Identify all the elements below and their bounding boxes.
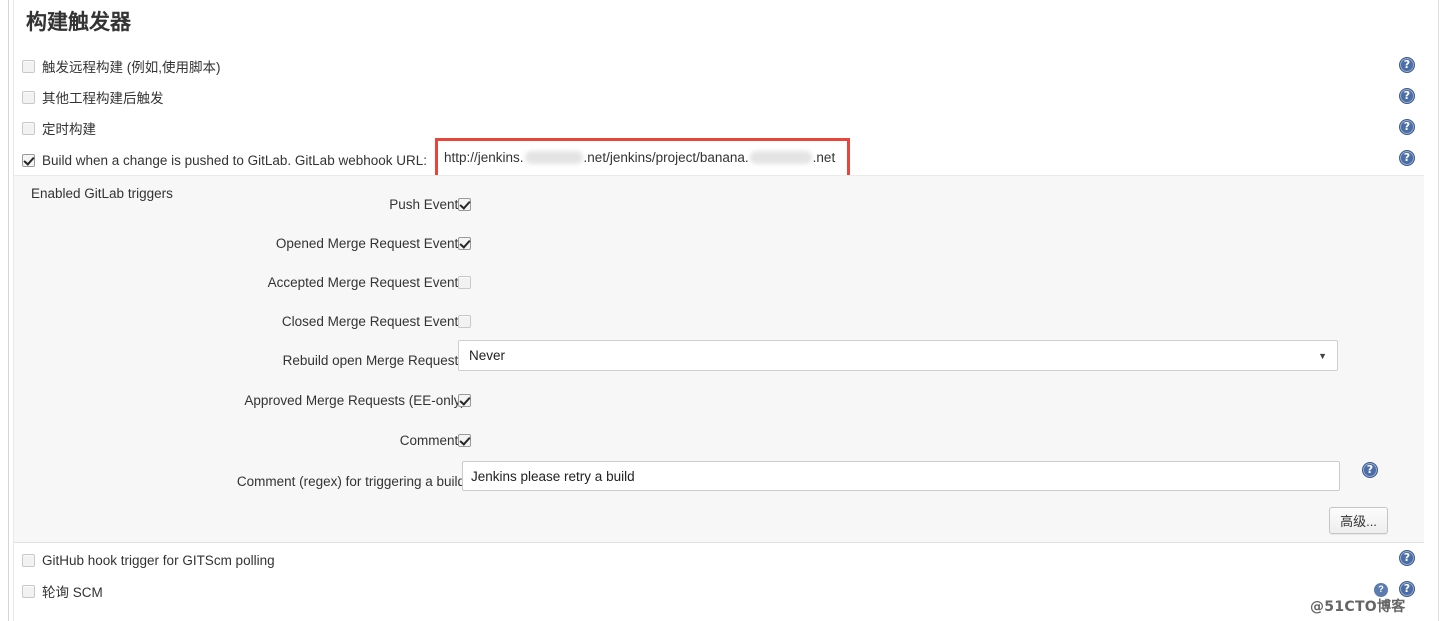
trigger-row-build-periodically[interactable]: 定时构建 — [22, 116, 96, 140]
page-title: 构建触发器 — [26, 10, 131, 34]
help-icon-poll-scm[interactable]: ? — [1399, 581, 1415, 597]
checkbox-comments[interactable] — [458, 434, 471, 447]
checkbox-push-events[interactable] — [458, 198, 471, 211]
select-rebuild-open-merge-requests[interactable]: Never ▼ — [458, 340, 1338, 371]
help-icon-build-periodically[interactable]: ? — [1399, 119, 1415, 135]
push-events-label: Push Events — [389, 197, 465, 212]
trigger-row-poll-scm[interactable]: 轮询 SCM — [22, 579, 103, 603]
comments-label: Comments — [399, 433, 465, 448]
help-icon-github-hook[interactable]: ? — [1399, 550, 1415, 566]
help-icon-after-other-projects[interactable]: ? — [1399, 88, 1415, 104]
checkbox-accepted-merge-request-events[interactable] — [458, 276, 471, 289]
row-accepted-merge-request-events[interactable]: Accepted Merge Request Events — [0, 263, 1410, 302]
trigger-row-remote-build[interactable]: 触发远程构建 (例如,使用脚本) — [22, 54, 221, 78]
checkbox-trigger-after-other-projects[interactable] — [22, 90, 35, 104]
watermark-text: @51CTO博客 — [1310, 599, 1406, 615]
trigger-remote-build-label: 触发远程构建 (例如,使用脚本) — [42, 60, 221, 75]
checkbox-approved-merge-requests[interactable] — [458, 394, 471, 407]
checkbox-closed-merge-request-events[interactable] — [458, 315, 471, 328]
accepted-merge-request-events-label: Accepted Merge Request Events — [267, 275, 465, 290]
trigger-gitlab-push-label: Build when a change is pushed to GitLab.… — [42, 152, 427, 168]
closed-merge-request-events-label: Closed Merge Request Events — [281, 314, 465, 329]
advanced-button[interactable]: 高级... — [1329, 507, 1388, 534]
row-closed-merge-request-events[interactable]: Closed Merge Request Events — [0, 302, 1410, 341]
poll-scm-label: 轮询 SCM — [42, 585, 103, 600]
opened-merge-request-events-label: Opened Merge Request Events — [275, 236, 465, 251]
trigger-build-periodically-label: 定时构建 — [42, 122, 96, 137]
trigger-row-gitlab-push[interactable]: Build when a change is pushed to GitLab.… — [22, 148, 427, 172]
help-icon-gitlab-push[interactable]: ? — [1399, 150, 1415, 166]
build-triggers-page: 构建触发器 触发远程构建 (例如,使用脚本) ? 其他工程构建后触发 ? 定时构… — [0, 0, 1439, 621]
select-rebuild-value: Never — [469, 348, 506, 363]
help-icon-comment-regex[interactable]: ? — [1362, 462, 1378, 478]
rebuild-open-merge-requests-label: Rebuild open Merge Requests — [282, 353, 465, 368]
github-hook-trigger-label: GitHub hook trigger for GITScm polling — [42, 552, 275, 568]
trigger-after-other-projects-label: 其他工程构建后触发 — [42, 91, 164, 106]
row-push-events[interactable]: Push Events — [0, 185, 1410, 224]
approved-merge-requests-label: Approved Merge Requests (EE-only) — [244, 393, 465, 408]
row-comments[interactable]: Comments — [0, 421, 1410, 460]
comment-regex-input[interactable]: Jenkins please retry a build — [462, 461, 1340, 491]
checkbox-trigger-remote-build[interactable] — [22, 59, 35, 73]
comment-regex-value: Jenkins please retry a build — [471, 468, 635, 484]
row-opened-merge-request-events[interactable]: Opened Merge Request Events — [0, 224, 1410, 263]
checkbox-trigger-build-periodically[interactable] — [22, 121, 35, 135]
checkbox-opened-merge-request-events[interactable] — [458, 237, 471, 250]
checkbox-trigger-gitlab-push[interactable] — [22, 153, 35, 167]
help-icon-remote-build[interactable]: ? — [1399, 57, 1415, 73]
comment-regex-label: Comment (regex) for triggering a build — [236, 474, 465, 489]
chevron-down-icon: ▼ — [1318, 350, 1327, 361]
trigger-row-github-hook[interactable]: GitHub hook trigger for GITScm polling — [22, 548, 275, 572]
checkbox-github-hook-trigger[interactable] — [22, 553, 35, 567]
trigger-row-after-other-projects[interactable]: 其他工程构建后触发 — [22, 85, 164, 109]
row-approved-merge-requests[interactable]: Approved Merge Requests (EE-only) — [0, 381, 1410, 420]
checkbox-poll-scm[interactable] — [22, 584, 35, 598]
watermark-logo-icon: ? — [1374, 583, 1388, 597]
